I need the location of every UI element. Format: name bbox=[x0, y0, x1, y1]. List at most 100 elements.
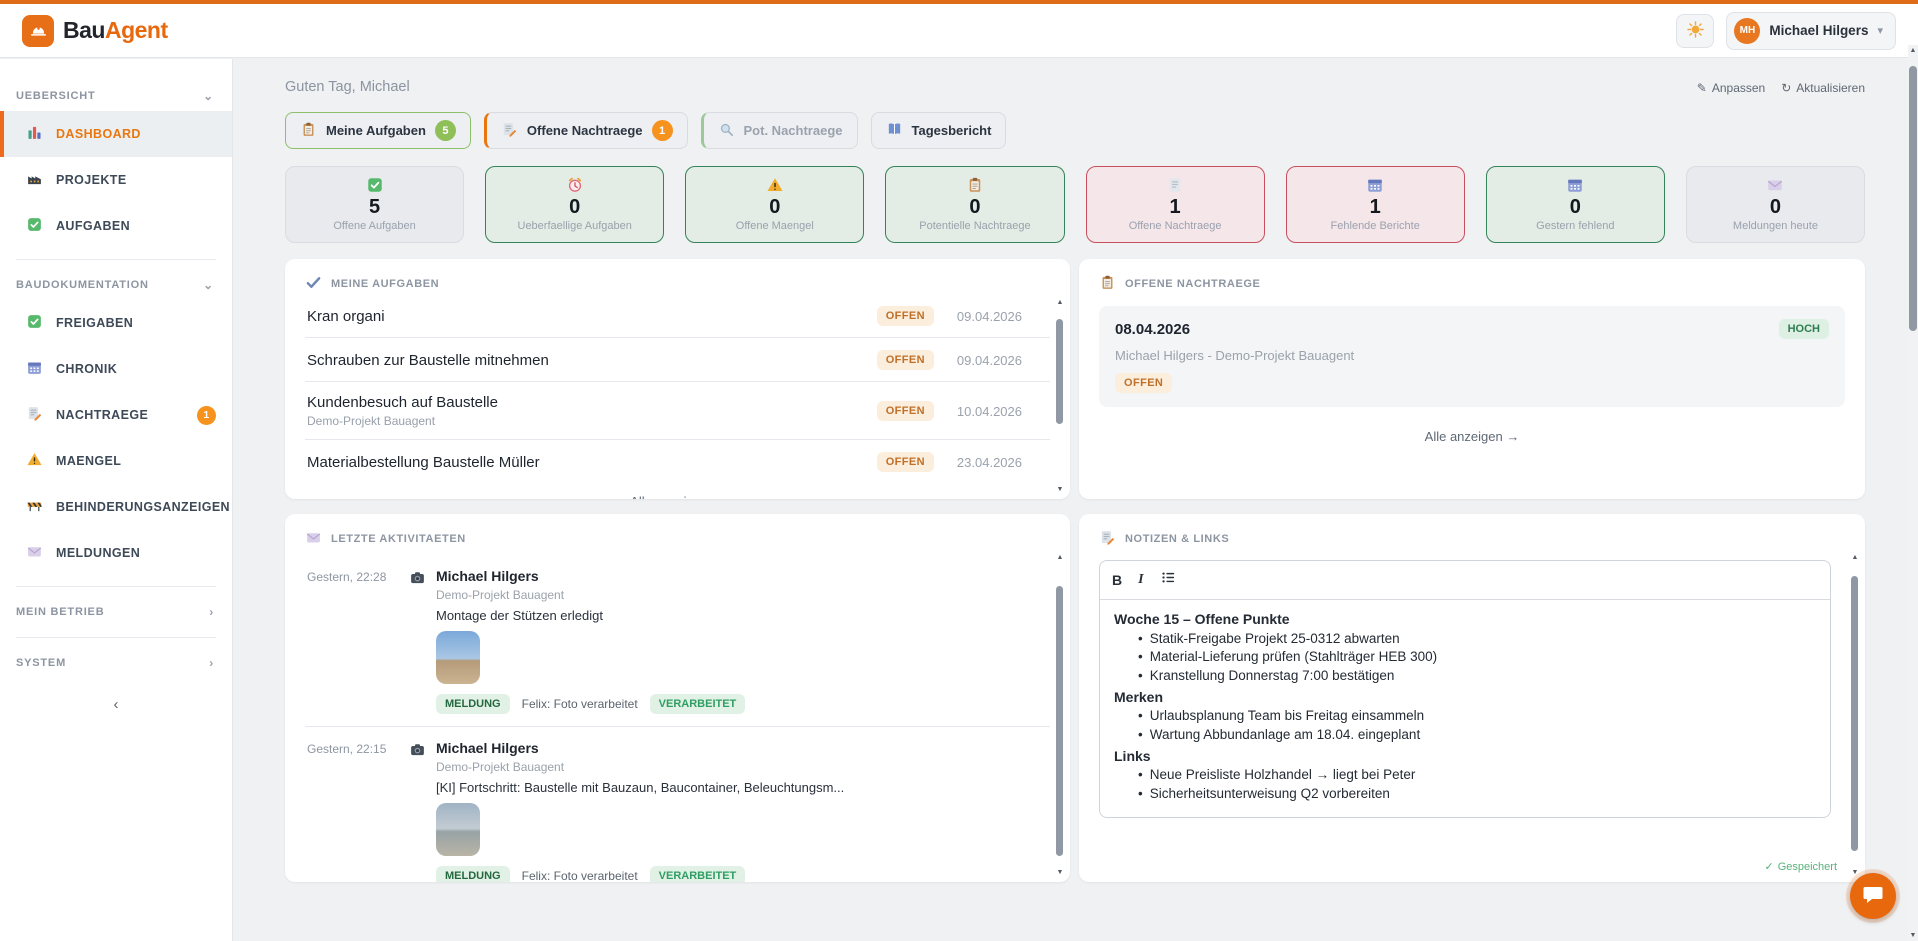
status-badge: OFFEN bbox=[877, 401, 934, 421]
chevron-right-icon: › bbox=[209, 605, 214, 619]
check-icon bbox=[26, 313, 43, 333]
offene-nachtraege-panel: OFFENE NACHTRAEGE 08.04.2026 HOCH Michae… bbox=[1079, 259, 1865, 499]
stat-offene-aufgaben[interactable]: 5 Offene Aufgaben bbox=[285, 166, 464, 243]
theme-toggle-button[interactable] bbox=[1676, 14, 1714, 48]
panel-title: OFFENE NACHTRAEGE bbox=[1125, 278, 1260, 290]
activity-text: Montage der Stützen erledigt bbox=[436, 608, 1020, 623]
tab-label: Meine Aufgaben bbox=[326, 123, 426, 138]
sidebar-item-meldungen[interactable]: MELDUNGEN bbox=[0, 530, 232, 576]
scroll-down-arrow[interactable]: ▼ bbox=[1908, 932, 1918, 939]
sidebar-section-mein-betrieb[interactable]: MEIN BETRIEB › bbox=[0, 597, 232, 627]
note-bullet: Neue Preisliste Holzhandel → liegt bei P… bbox=[1138, 767, 1816, 782]
sidebar-item-chronik[interactable]: CHRONIK bbox=[0, 346, 232, 392]
note-bullet: Wartung Abbundanlage am 18.04. eingeplan… bbox=[1138, 727, 1816, 742]
sidebar-item-aufgaben[interactable]: AUFGABEN bbox=[0, 203, 232, 249]
sidebar-item-maengel[interactable]: MAENGEL bbox=[0, 438, 232, 484]
support-chat-button[interactable] bbox=[1850, 873, 1896, 919]
stat-ueberfaellige-aufgaben[interactable]: 0 Ueberfaellige Aufgaben bbox=[485, 166, 664, 243]
activity-entry[interactable]: Gestern, 22:28 Michael Hilgers Demo-Proj… bbox=[305, 555, 1050, 727]
stat-meldungen-heute[interactable]: 0 Meldungen heute bbox=[1686, 166, 1865, 243]
scrollbar-thumb[interactable] bbox=[1056, 319, 1063, 424]
chevron-down-icon: ⌄ bbox=[203, 89, 214, 103]
mail-icon bbox=[305, 529, 322, 549]
saved-label: Gespeichert bbox=[1778, 861, 1837, 873]
sidebar-item-behinderungsanzeigen[interactable]: BEHINDERUNGSANZEIGEN bbox=[0, 484, 232, 530]
notizen-links-panel: NOTIZEN & LINKS B I Woche 15 – Offene Pu… bbox=[1079, 514, 1865, 882]
status-badge: OFFEN bbox=[877, 306, 934, 326]
sidebar-item-dashboard[interactable]: DASHBOARD bbox=[0, 111, 232, 157]
tab-meine-aufgaben[interactable]: Meine Aufgaben 5 bbox=[285, 112, 471, 149]
bullet-list-button[interactable] bbox=[1160, 569, 1177, 591]
clipboard-icon bbox=[1099, 274, 1116, 294]
activity-photo-thumbnail[interactable] bbox=[436, 631, 480, 684]
sidebar-item-projekte[interactable]: PROJEKTE bbox=[0, 157, 232, 203]
task-row[interactable]: Kran organi OFFEN 09.04.2026 bbox=[305, 294, 1050, 338]
activity-photo-thumbnail[interactable] bbox=[436, 803, 480, 856]
saved-status: ✓ Gespeichert bbox=[1764, 860, 1837, 873]
italic-button[interactable]: I bbox=[1138, 573, 1143, 587]
sidebar-item-freigaben[interactable]: FREIGABEN bbox=[0, 300, 232, 346]
section-label: SYSTEM bbox=[16, 657, 66, 669]
logo-text-bau: Bau bbox=[63, 17, 105, 43]
sidebar-section-system[interactable]: SYSTEM › bbox=[0, 648, 232, 678]
notes-heading: Woche 15 – Offene Punkte bbox=[1114, 611, 1816, 627]
tab-label: Tagesbericht bbox=[912, 123, 992, 138]
sidebar: UEBERSICHT ⌄ DASHBOARD PROJEKTE AUFGABEN… bbox=[0, 59, 233, 941]
tab-label: Pot. Nachtraege bbox=[744, 123, 843, 138]
sidebar-collapse-button[interactable]: ‹ bbox=[96, 696, 136, 713]
bold-button[interactable]: B bbox=[1112, 573, 1122, 587]
stat-potentielle-nachtraege[interactable]: 0 Potentielle Nachtraege bbox=[885, 166, 1064, 243]
scroll-up-arrow[interactable]: ▲ bbox=[1850, 554, 1860, 561]
aktualisieren-button[interactable]: ↻ Aktualisieren bbox=[1781, 81, 1865, 95]
activity-time: Gestern, 22:28 bbox=[307, 568, 399, 714]
scroll-up-arrow[interactable]: ▲ bbox=[1055, 299, 1065, 306]
scroll-up-arrow[interactable]: ▲ bbox=[1055, 554, 1065, 561]
scroll-down-arrow[interactable]: ▼ bbox=[1055, 486, 1065, 493]
sidebar-section-uebersicht[interactable]: UEBERSICHT ⌄ bbox=[0, 81, 232, 111]
sidebar-section-baudokumentation[interactable]: BAUDOKUMENTATION ⌄ bbox=[0, 270, 232, 300]
task-row[interactable]: Schrauben zur Baustelle mitnehmen OFFEN … bbox=[305, 338, 1050, 382]
stat-offene-nachtraege[interactable]: 1 Offene Nachtraege bbox=[1086, 166, 1265, 243]
activity-entry[interactable]: Gestern, 22:15 Michael Hilgers Demo-Proj… bbox=[305, 727, 1050, 882]
scroll-down-arrow[interactable]: ▼ bbox=[1850, 869, 1860, 876]
stat-value: 0 bbox=[1695, 196, 1856, 218]
panel-scrollbar: ▲ ▼ bbox=[1055, 299, 1065, 493]
scrollbar-thumb[interactable] bbox=[1851, 576, 1858, 851]
nachtrag-item[interactable]: 08.04.2026 HOCH Michael Hilgers - Demo-P… bbox=[1099, 306, 1845, 407]
stat-offene-maengel[interactable]: 0 Offene Maengel bbox=[685, 166, 864, 243]
notes-content[interactable]: Woche 15 – Offene Punkte Statik-Freigabe… bbox=[1100, 600, 1830, 815]
user-menu[interactable]: MH Michael Hilgers ▾ bbox=[1726, 12, 1896, 50]
task-title: Schrauben zur Baustelle mitnehmen bbox=[307, 352, 549, 369]
activity-project: Demo-Projekt Bauagent bbox=[436, 588, 1020, 602]
anpassen-button[interactable]: ✎ Anpassen bbox=[1697, 81, 1765, 95]
scroll-down-arrow[interactable]: ▼ bbox=[1055, 869, 1065, 876]
book-icon bbox=[886, 121, 903, 141]
status-badge: OFFEN bbox=[877, 452, 934, 472]
dashboard-icon bbox=[26, 124, 43, 144]
tab-tagesbericht[interactable]: Tagesbericht bbox=[871, 112, 1007, 149]
barrier-icon bbox=[26, 497, 43, 517]
stat-gestern-fehlend[interactable]: 0 Gestern fehlend bbox=[1486, 166, 1665, 243]
pencil-icon: ✎ bbox=[1697, 81, 1707, 95]
scrollbar-thumb[interactable] bbox=[1909, 66, 1917, 331]
stat-fehlende-berichte[interactable]: 1 Fehlende Berichte bbox=[1286, 166, 1465, 243]
chevron-down-icon: ⌄ bbox=[203, 278, 214, 292]
tab-pot-nachtraege[interactable]: Pot. Nachtraege bbox=[701, 112, 858, 149]
task-row[interactable]: Materialbestellung Baustelle Müller OFFE… bbox=[305, 440, 1050, 483]
processed-badge: VERARBEITET bbox=[650, 866, 746, 882]
type-badge: MELDUNG bbox=[436, 694, 510, 714]
editor-toolbar: B I bbox=[1100, 561, 1830, 600]
sidebar-item-nachtraege[interactable]: NACHTRAEGE 1 bbox=[0, 392, 232, 438]
sidebar-item-label: MAENGEL bbox=[56, 454, 121, 468]
tab-offene-nachtraege[interactable]: Offene Nachtraege 1 bbox=[484, 112, 688, 149]
alle-anzeigen-link[interactable]: Alle anzeigen → bbox=[1099, 429, 1845, 444]
task-row[interactable]: Kundenbesuch auf Baustelle Demo-Projekt … bbox=[305, 382, 1050, 440]
logo[interactable]: BauAgent bbox=[22, 15, 168, 47]
alle-anzeigen-link[interactable]: Alle anzeigen → bbox=[305, 494, 1050, 499]
scrollbar-thumb[interactable] bbox=[1056, 586, 1063, 856]
sidebar-item-label: MELDUNGEN bbox=[56, 546, 140, 560]
scroll-up-arrow[interactable]: ▲ bbox=[1908, 47, 1918, 54]
sun-icon bbox=[1686, 20, 1705, 42]
divider bbox=[16, 637, 216, 638]
warning-icon bbox=[26, 451, 43, 471]
